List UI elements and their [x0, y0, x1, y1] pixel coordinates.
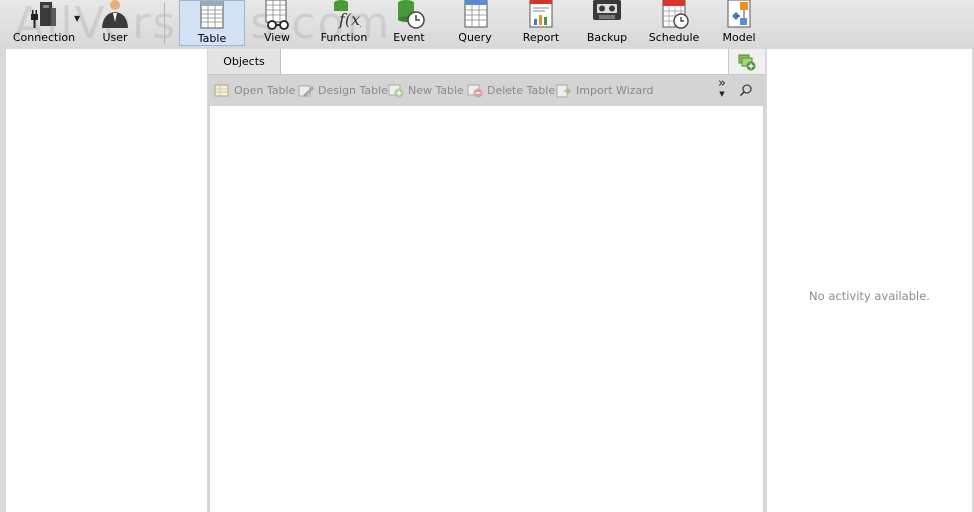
import-wizard-button[interactable]: Import Wizard: [556, 83, 654, 99]
chevron-down-icon: ▼: [719, 90, 725, 98]
design-table-icon: [298, 85, 314, 97]
connection-icon: [31, 2, 56, 28]
report-label: Report: [522, 31, 560, 44]
new-tab-button[interactable]: [728, 49, 765, 74]
main-toolbar: AllVersions.com Connection ▼ User: [0, 0, 974, 49]
import-wizard-icon: [556, 84, 571, 98]
function-icon: f(x): [334, 0, 361, 29]
objects-pane: Objects Open Table Design Table New Tabl…: [208, 49, 765, 512]
user-icon: [102, 0, 128, 28]
function-button[interactable]: f(x) Function: [316, 0, 372, 46]
table-icon: [200, 1, 224, 29]
user-button[interactable]: User: [92, 0, 138, 46]
event-label: Event: [393, 31, 425, 44]
import-wizard-label: Import Wizard: [576, 84, 654, 97]
more-actions-symbol: »: [718, 76, 726, 91]
event-icon: [398, 0, 425, 29]
new-table-button[interactable]: New Table: [388, 83, 464, 99]
no-activity-text: No activity available.: [809, 289, 930, 303]
more-actions-button[interactable]: » ▼: [718, 76, 726, 99]
search-button[interactable]: [739, 83, 753, 100]
model-button[interactable]: Model: [716, 0, 762, 46]
new-table-icon: [388, 84, 404, 98]
model-label: Model: [722, 31, 756, 44]
query-button[interactable]: Query: [450, 0, 500, 46]
view-button[interactable]: View: [252, 0, 302, 46]
tab-bar: Objects: [208, 49, 765, 75]
activity-pane: No activity available.: [767, 49, 972, 512]
search-icon: [739, 84, 752, 97]
connection-button[interactable]: Connection: [10, 0, 78, 46]
event-button[interactable]: Event: [384, 0, 434, 46]
user-label: User: [102, 31, 128, 44]
object-list[interactable]: [210, 106, 763, 512]
tab-objects[interactable]: Objects: [208, 49, 281, 74]
design-table-label: Design Table: [318, 84, 388, 97]
open-table-icon: [214, 84, 229, 97]
backup-label: Backup: [586, 31, 628, 44]
design-table-button[interactable]: Design Table: [298, 83, 388, 99]
function-label: Function: [320, 31, 368, 44]
query-label: Query: [458, 31, 492, 44]
delete-table-label: Delete Table: [487, 84, 556, 97]
new-table-label: New Table: [408, 84, 464, 97]
query-icon: [464, 0, 488, 28]
delete-table-button[interactable]: Delete Table: [467, 83, 555, 99]
schedule-icon: [662, 0, 689, 29]
model-icon: [727, 0, 751, 28]
view-label: View: [263, 31, 291, 44]
connection-tree-pane[interactable]: [6, 49, 207, 512]
backup-button[interactable]: Backup: [582, 0, 632, 46]
schedule-button[interactable]: Schedule: [648, 0, 700, 46]
object-toolbar: Open Table Design Table New Table Delete…: [208, 75, 765, 105]
schedule-label: Schedule: [648, 31, 700, 44]
open-table-button[interactable]: Open Table: [214, 83, 295, 99]
connection-label: Connection: [12, 31, 76, 44]
report-button[interactable]: Report: [516, 0, 566, 46]
svg-text:f(x): f(x): [338, 10, 361, 29]
view-icon: [265, 0, 289, 30]
table-label: Table: [197, 32, 227, 45]
add-tab-icon: [738, 54, 756, 71]
connection-dropdown-caret-icon[interactable]: ▼: [74, 14, 80, 23]
report-icon: [529, 0, 553, 28]
open-table-label: Open Table: [234, 84, 296, 97]
delete-table-icon: [467, 84, 483, 98]
toolbar-separator: [164, 2, 165, 44]
backup-icon: [593, 0, 621, 20]
table-button[interactable]: Table: [179, 0, 245, 46]
